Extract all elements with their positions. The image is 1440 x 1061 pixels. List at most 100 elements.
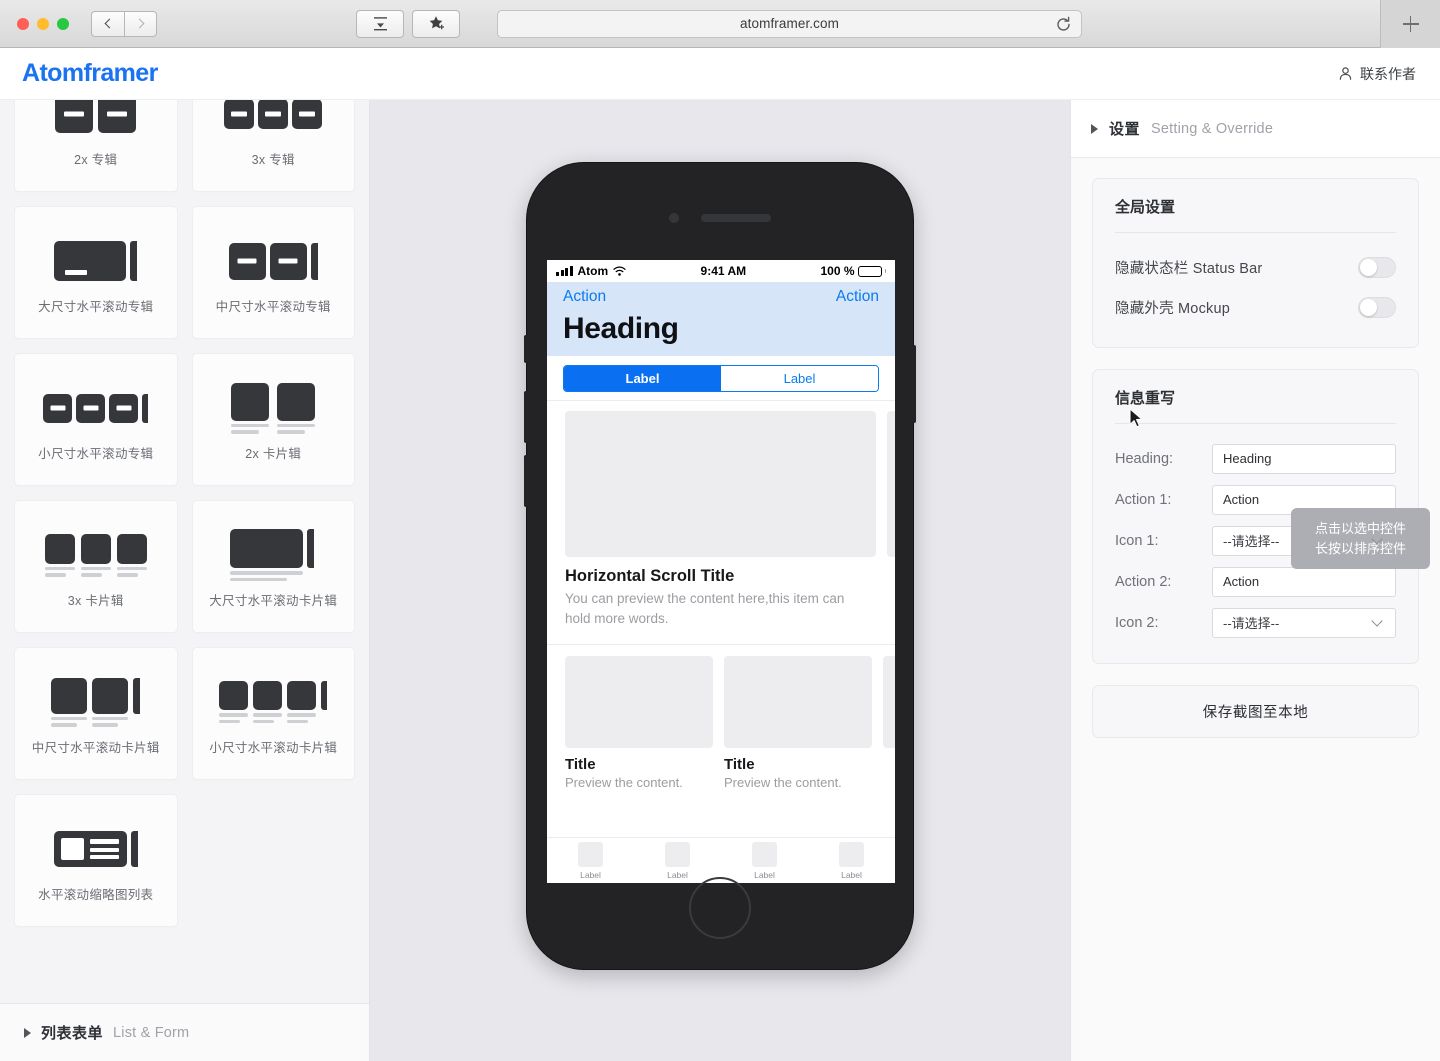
form-row-heading: Heading: Heading	[1115, 438, 1396, 479]
form-row-icon-2: Icon 2: --请选择--	[1115, 602, 1396, 643]
segment-right[interactable]: Label	[721, 366, 878, 391]
tab-bar-label: Label	[754, 869, 775, 880]
segmented-control-wrap: Label Label	[547, 356, 895, 400]
settings-panel: 设置 Setting & Override 全局设置 隐藏状态栏 Status …	[1070, 100, 1440, 1061]
segmented-control[interactable]: Label Label	[563, 365, 879, 392]
back-button[interactable]	[91, 10, 124, 37]
form-label: Icon 2:	[1115, 614, 1159, 631]
nav-heading[interactable]: Heading	[563, 312, 879, 346]
component-card-label: 水平滚动缩略图列表	[38, 888, 154, 902]
volume-up-button[interactable]	[524, 391, 527, 443]
horizontal-scroll-item[interactable]: Horizontal Scroll Title You can preview …	[565, 411, 876, 628]
battery-percent-label: 100 %	[820, 264, 855, 278]
hide-mockup-toggle[interactable]	[1358, 296, 1396, 318]
canvas-hint-tooltip: 点击以选中控件 长按以排序控件	[1291, 508, 1430, 569]
minimize-window-button[interactable]	[37, 17, 49, 30]
album-2x-icon	[55, 100, 137, 145]
segment-left[interactable]: Label	[564, 366, 721, 391]
tab-bar-item[interactable]: Label	[808, 838, 895, 883]
power-button[interactable]	[913, 345, 916, 423]
tab-bar-item[interactable]: Label	[721, 838, 808, 883]
home-button[interactable]	[689, 877, 751, 939]
tab-bar-label: Label	[580, 869, 601, 880]
form-label: Action 2:	[1115, 573, 1172, 590]
signal-bars-icon	[556, 266, 573, 276]
setting-row-mockup: 隐藏外壳 Mockup	[1115, 287, 1396, 327]
card-item-next[interactable]	[883, 656, 895, 790]
setting-label: 隐藏外壳 Mockup	[1115, 300, 1230, 317]
new-tab-button[interactable]	[1380, 0, 1440, 48]
nav-action-left[interactable]: Action	[563, 288, 606, 306]
icon-1-select-value: --请选择--	[1223, 534, 1280, 549]
maximize-window-button[interactable]	[57, 17, 69, 30]
card-item[interactable]: Title Preview the content.	[724, 656, 872, 790]
contact-author-link[interactable]: 联系作者	[1338, 64, 1416, 84]
component-card-card-3x[interactable]: 3x 卡片辑	[14, 500, 178, 633]
hscroll-album-small-icon	[43, 377, 149, 439]
component-card-album-2x[interactable]: 2x 专辑	[14, 100, 178, 192]
battery-indicator: 100 %	[820, 264, 886, 278]
hscroll-card-medium-icon	[51, 671, 141, 733]
hscroll-card-small-icon	[219, 671, 328, 733]
divider	[1115, 232, 1396, 233]
component-card-hscroll-card-medium[interactable]: 中尺寸水平滚动卡片辑	[14, 647, 178, 780]
setting-label: 隐藏状态栏 Status Bar	[1115, 260, 1263, 277]
component-grid[interactable]: 2x 专辑 3x 专辑 大尺寸水平滚动专辑 中尺寸水平滚动专辑 小尺寸水平滚动专…	[0, 100, 369, 1003]
settings-panel-body: 全局设置 隐藏状态栏 Status Bar 隐藏外壳 Mockup 信息重写 H…	[1071, 158, 1440, 738]
phone-screen[interactable]: Atom 9:41 AM 100 % Action Action Heading…	[547, 260, 895, 883]
preview-canvas[interactable]: Atom 9:41 AM 100 % Action Action Heading…	[370, 100, 1430, 1061]
address-bar[interactable]: atomframer.com	[497, 9, 1082, 38]
icon-2-select[interactable]: --请选择--	[1212, 607, 1396, 638]
component-card-hscroll-album-medium[interactable]: 中尺寸水平滚动专辑	[191, 206, 355, 339]
form-label: Icon 1:	[1115, 532, 1159, 549]
close-window-button[interactable]	[17, 17, 29, 30]
app-logo[interactable]: Atomframer	[22, 59, 158, 88]
card-2x-icon	[231, 377, 316, 439]
reload-icon	[1057, 16, 1070, 31]
mouse-cursor	[1129, 408, 1143, 428]
heading-input[interactable]: Heading	[1212, 443, 1396, 474]
settings-section-header[interactable]: 设置 Setting & Override	[1071, 100, 1440, 158]
component-card-album-3x[interactable]: 3x 专辑	[191, 100, 355, 192]
contact-author-label: 联系作者	[1360, 65, 1416, 82]
volume-down-button[interactable]	[524, 455, 527, 507]
hide-status-bar-toggle[interactable]	[1358, 256, 1396, 278]
add-bookmark-button[interactable]	[412, 9, 460, 38]
tooltip-line-2: 长按以排序控件	[1314, 540, 1406, 556]
main-shell: 2x 专辑 3x 专辑 大尺寸水平滚动专辑 中尺寸水平滚动专辑 小尺寸水平滚动专…	[0, 100, 1440, 1061]
show-tab-overview-icon	[373, 16, 387, 30]
component-card-hscroll-card-small[interactable]: 小尺寸水平滚动卡片辑	[191, 647, 355, 780]
tab-placeholder-icon	[752, 841, 777, 867]
chevron-left-icon	[104, 18, 115, 29]
component-card-hscroll-album-large[interactable]: 大尺寸水平滚动专辑	[14, 206, 178, 339]
horizontal-scroll-item-next[interactable]	[887, 411, 895, 628]
tab-placeholder-icon	[665, 841, 690, 867]
component-card-hscroll-card-large[interactable]: 大尺寸水平滚动卡片辑	[191, 500, 355, 633]
action-2-input[interactable]: Action	[1212, 566, 1396, 597]
carrier-label: Atom	[577, 264, 609, 278]
thumbnail-placeholder	[724, 656, 872, 749]
sidebar-section-list-and-form[interactable]: 列表表单 List & Form	[0, 1003, 369, 1061]
global-settings-title: 全局设置	[1115, 199, 1176, 216]
horizontal-scroll-section[interactable]: Horizontal Scroll Title You can preview …	[547, 401, 895, 628]
thumbnail-placeholder	[883, 656, 895, 749]
hscroll-album-large-icon	[54, 230, 138, 292]
reload-button[interactable]	[1055, 16, 1072, 38]
component-card-card-2x[interactable]: 2x 卡片辑	[191, 353, 355, 486]
tab-bar-item[interactable]: Label	[634, 838, 721, 883]
component-card-hscroll-album-small[interactable]: 小尺寸水平滚动专辑	[14, 353, 178, 486]
component-card-hscroll-thumbnail-list[interactable]: 水平滚动缩略图列表	[14, 794, 178, 927]
nav-action-right[interactable]: Action	[836, 288, 879, 306]
tab-overview-button[interactable]	[356, 9, 404, 38]
component-card-label: 小尺寸水平滚动卡片辑	[209, 741, 338, 755]
hscroll-card-large-icon	[230, 524, 316, 586]
card-item[interactable]: Title Preview the content.	[565, 656, 713, 790]
navigation-buttons	[91, 10, 157, 37]
component-card-label: 大尺寸水平滚动专辑	[38, 300, 154, 314]
hscroll-album-medium-icon	[228, 230, 318, 292]
tab-bar-item[interactable]: Label	[547, 838, 634, 883]
setting-row-status-bar: 隐藏状态栏 Status Bar	[1115, 247, 1396, 287]
card-scroll-section[interactable]: Title Preview the content. Title Preview…	[547, 645, 895, 790]
save-screenshot-button[interactable]: 保存截图至本地	[1092, 685, 1419, 738]
forward-button[interactable]	[124, 10, 157, 37]
